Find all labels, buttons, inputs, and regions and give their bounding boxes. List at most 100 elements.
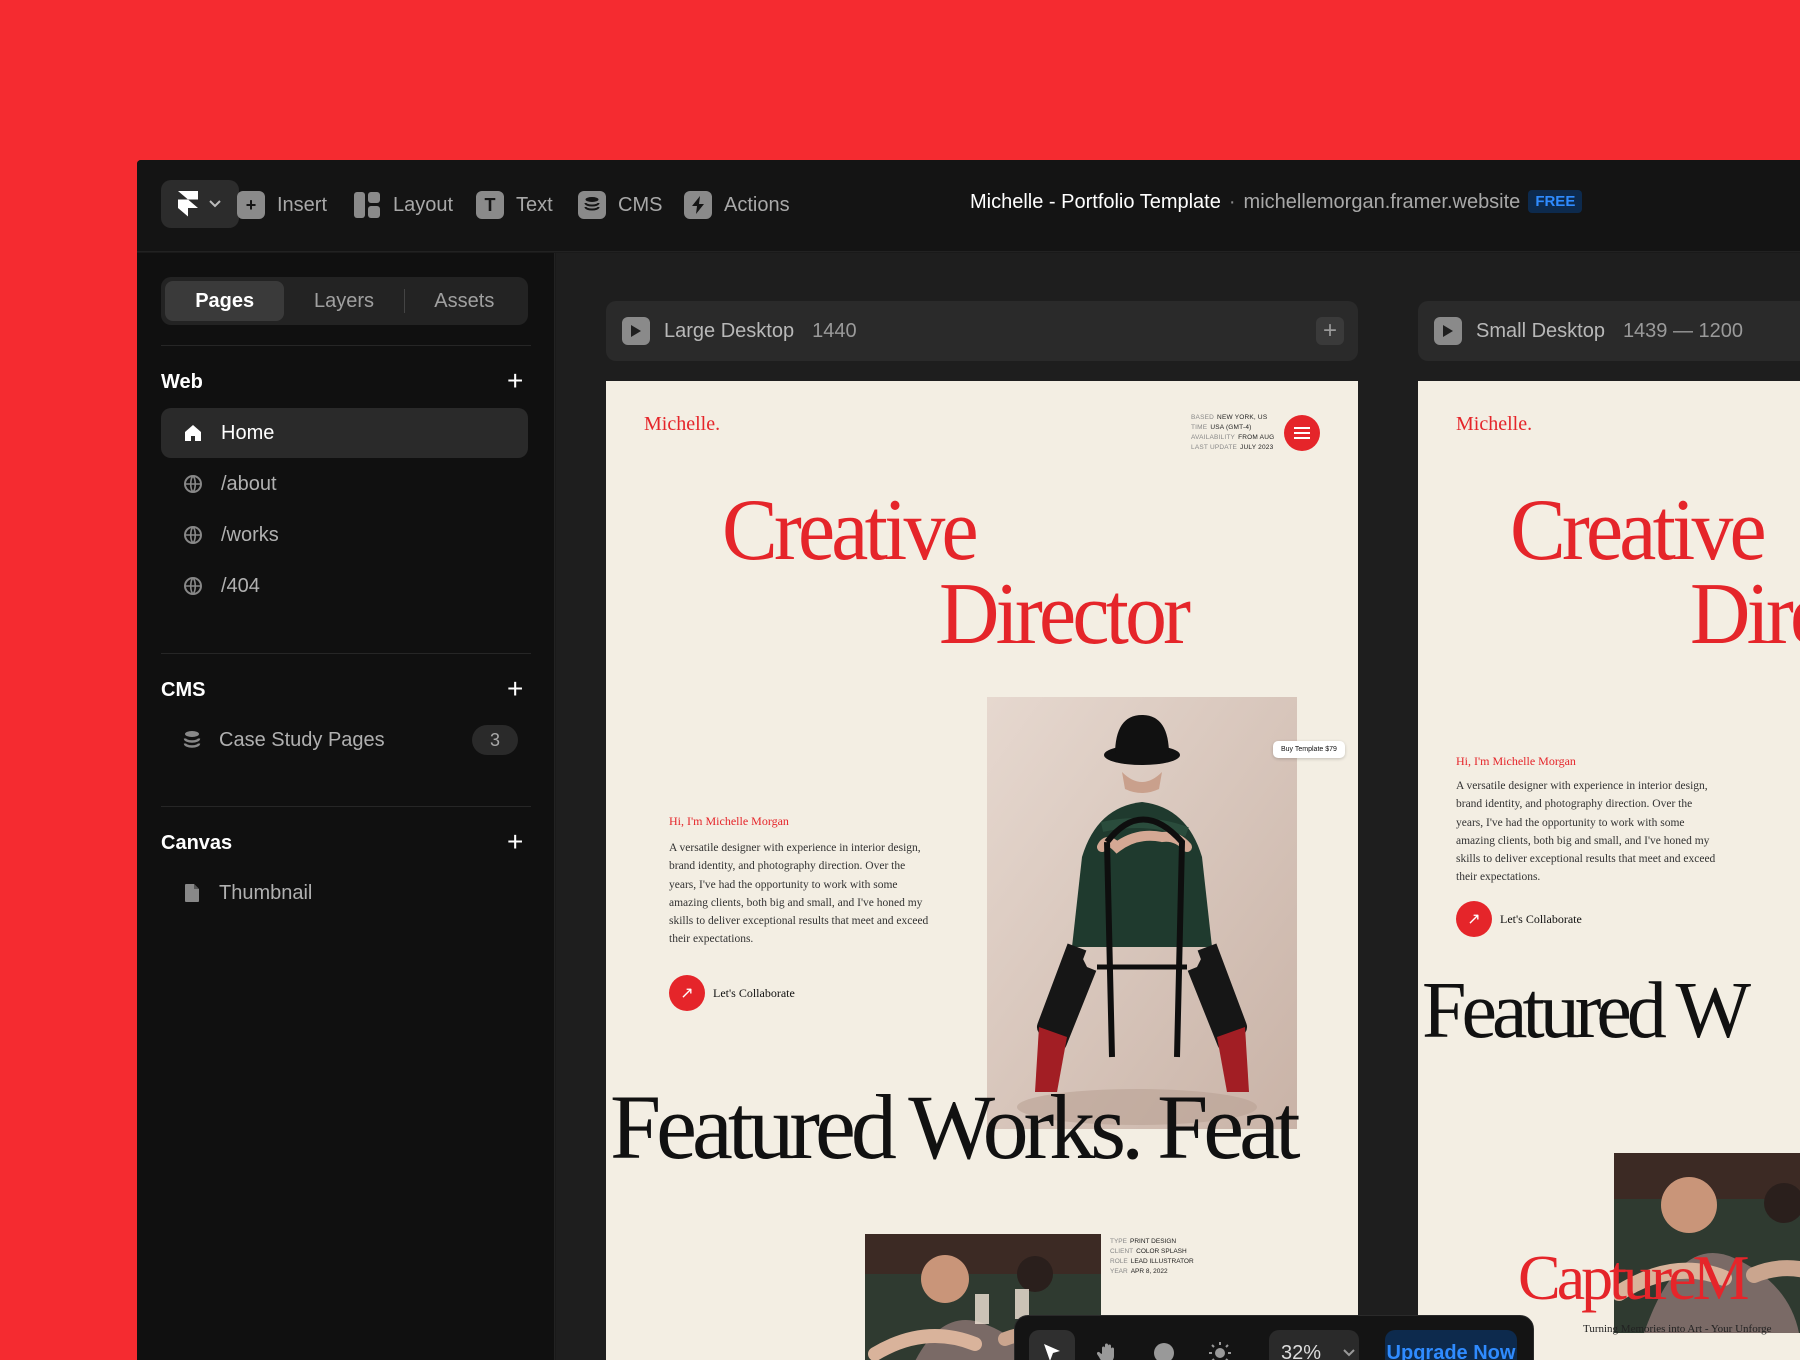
arrow-up-right-icon: ↗ [1456, 901, 1492, 937]
collaborate-label: Let's Collaborate [713, 985, 795, 1000]
sidebar-item-label: Case Study Pages [219, 728, 385, 751]
select-tool-button[interactable] [1029, 1330, 1075, 1360]
globe-icon [184, 577, 202, 595]
sidebar-item-label: /works [221, 523, 279, 546]
intro-heading: Hi, I'm Michelle Morgan [1456, 754, 1576, 768]
play-icon[interactable] [622, 317, 650, 345]
title-separator: · [1228, 191, 1236, 213]
site-url[interactable]: michellemorgan.framer.website [1244, 191, 1521, 213]
home-icon [185, 425, 201, 441]
sidebar-item-about[interactable]: /about [161, 459, 528, 509]
site-menu-icon[interactable] [1284, 415, 1320, 451]
buy-template-tag[interactable]: Buy Template $79 [1273, 741, 1345, 758]
project-title[interactable]: Michelle - Portfolio Template · michellemo… [970, 190, 1583, 214]
tab-assets[interactable]: Assets [405, 281, 524, 321]
sidebar-item-home[interactable]: Home [161, 408, 528, 458]
plan-badge: FREE [1528, 190, 1583, 213]
layout-button[interactable]: Layout [353, 188, 453, 222]
cursor-icon [1044, 1344, 1060, 1360]
meta-row: YEAR APR 8, 2022 [1110, 1268, 1168, 1275]
play-icon[interactable] [1434, 317, 1462, 345]
left-sidebar: Pages Layers Assets Web + Home /about /w… [137, 253, 555, 1360]
cms-button[interactable]: CMS [578, 188, 662, 222]
collaborate-label: Let's Collaborate [1500, 911, 1582, 926]
capture-heading: CaptureM [1518, 1242, 1749, 1313]
project-name: Michelle - Portfolio Template [970, 191, 1221, 213]
page-preview-large-desktop[interactable]: Michelle. BASED NEW YORK, US TIME USA (GMT… [606, 381, 1358, 1360]
hand-icon [1097, 1343, 1114, 1360]
sidebar-item-label: Thumbnail [219, 881, 313, 904]
actions-button[interactable]: Actions [684, 188, 790, 222]
featured-works-marquee: Featured Works. Feat [610, 1076, 1301, 1178]
database-icon [183, 731, 201, 748]
site-brand: Michelle. [644, 413, 721, 435]
sidebar-item-label: /about [221, 472, 277, 495]
meta-row: ROLE LEAD ILLUSTRATOR [1110, 1258, 1194, 1265]
hand-tool-button[interactable] [1085, 1330, 1131, 1360]
intro-body: A versatile designer with experience in … [1456, 780, 1716, 884]
site-brand: Michelle. [1456, 413, 1533, 435]
frame-header-small-desktop[interactable]: Small Desktop 1439 — 1200 [1418, 301, 1800, 361]
sidebar-item-case-study-pages[interactable]: Case Study Pages 3 [161, 715, 528, 765]
page-preview-small-desktop[interactable]: Michelle. Creative Dire Hi, I'm Michelle… [1418, 381, 1800, 1360]
chevron-down-icon [209, 200, 221, 208]
database-icon [578, 191, 606, 219]
frame-size: 1440 [812, 319, 857, 342]
intro-body: A versatile designer with experience in … [669, 842, 929, 946]
tab-layers[interactable]: Layers [284, 281, 403, 321]
comment-tool-button[interactable] [1141, 1330, 1187, 1360]
divider [161, 653, 531, 654]
bottom-toolbar: 32% Upgrade Now [1014, 1315, 1534, 1360]
zoom-level-dropdown[interactable]: 32% [1269, 1330, 1359, 1360]
sun-icon [1209, 1342, 1231, 1360]
zoom-value: 32% [1281, 1341, 1322, 1360]
chevron-down-icon [1343, 1349, 1355, 1357]
framer-logo-icon [178, 191, 198, 217]
section-title-web: Web [161, 371, 203, 393]
divider [161, 345, 531, 346]
meta-row: BASED NEW YORK, US [1191, 414, 1268, 421]
meta-row: TYPE PRINT DESIGN [1110, 1238, 1177, 1245]
globe-icon [184, 526, 202, 544]
meta-row: AVAILABILITY FROM AUG [1191, 434, 1275, 441]
add-breakpoint-button[interactable]: + [1316, 317, 1344, 345]
text-button[interactable]: T Text [476, 188, 553, 222]
capture-tagline: Turning Memories into Art - Your Unforge [1583, 1323, 1772, 1335]
sidebar-item-label: Home [221, 421, 275, 444]
tab-pages[interactable]: Pages [165, 281, 285, 321]
headline-line-2: Director [939, 566, 1191, 663]
add-canvas-button[interactable]: + [507, 828, 523, 856]
headline-line-1: Creative [1510, 482, 1767, 579]
add-cms-collection-button[interactable]: + [507, 675, 523, 703]
sidebar-item-works[interactable]: /works [161, 510, 528, 560]
framer-menu-button[interactable] [161, 180, 239, 228]
layout-icon [353, 191, 381, 219]
sidebar-item-404[interactable]: /404 [161, 561, 528, 611]
hero-portrait-photo [987, 697, 1297, 1129]
collaborate-button[interactable]: ↗ Let's Collaborate [669, 975, 795, 1011]
upgrade-now-button[interactable]: Upgrade Now [1385, 1330, 1517, 1360]
frame-name: Small Desktop [1476, 319, 1605, 342]
file-icon [185, 884, 199, 902]
frame-name: Large Desktop [664, 319, 795, 342]
text-icon: T [476, 191, 504, 219]
divider [161, 806, 531, 807]
sidebar-item-label: /404 [221, 574, 260, 597]
cms-label: CMS [618, 193, 663, 216]
section-title-canvas: Canvas [161, 832, 233, 854]
intro-heading: Hi, I'm Michelle Morgan [669, 814, 789, 828]
frame-header-large-desktop[interactable]: Large Desktop 1440 + [606, 301, 1358, 361]
item-count-badge: 3 [472, 725, 518, 755]
text-label: Text [516, 193, 553, 216]
design-canvas[interactable]: Large Desktop 1440 + Small Desktop 1439 … [556, 253, 1800, 1360]
collaborate-button[interactable]: ↗ Let's Collaborate [1456, 901, 1582, 937]
theme-toggle-button[interactable] [1197, 1330, 1243, 1360]
circle-icon [1154, 1343, 1174, 1360]
sidebar-tabs: Pages Layers Assets [161, 277, 528, 325]
frame-size: 1439 — 1200 [1622, 319, 1744, 342]
bolt-icon [684, 191, 712, 219]
sidebar-item-thumbnail[interactable]: Thumbnail [161, 868, 528, 918]
headline-line-2: Dire [1690, 566, 1800, 663]
insert-button[interactable]: + Insert [237, 188, 327, 222]
add-web-page-button[interactable]: + [507, 367, 523, 395]
